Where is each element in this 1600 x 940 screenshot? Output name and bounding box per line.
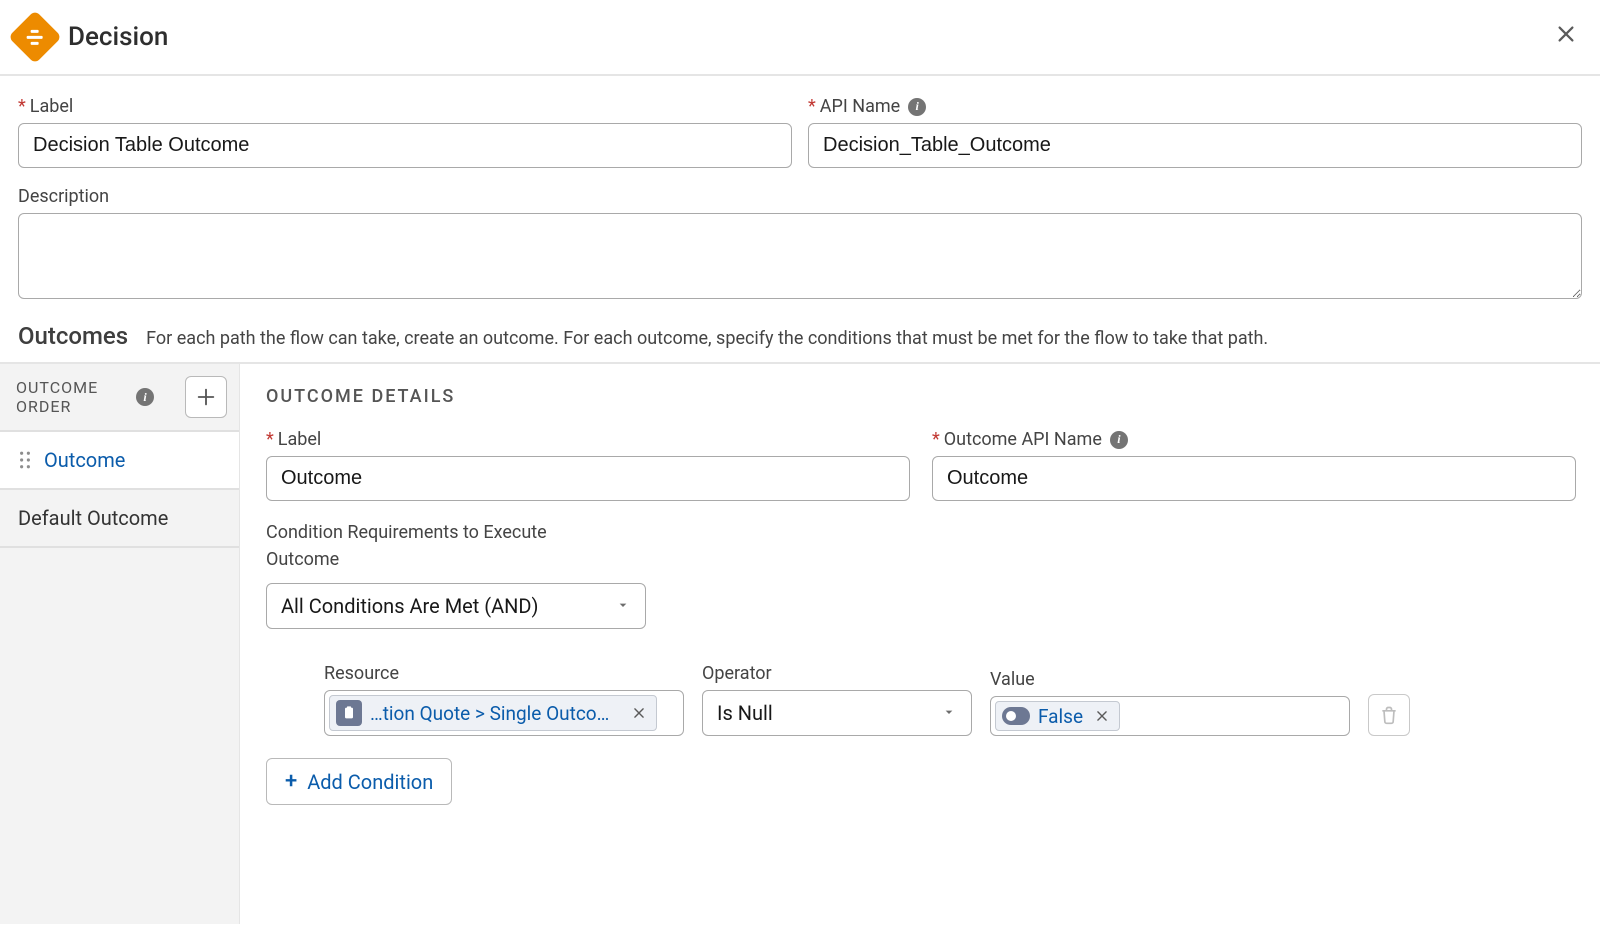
outcome-label-input[interactable] — [266, 456, 910, 501]
outcomes-help-text: For each path the flow can take, create … — [146, 328, 1268, 349]
dialog-title: Decision — [68, 22, 168, 52]
chevron-down-icon — [941, 701, 957, 725]
remove-value-icon[interactable] — [1091, 704, 1113, 728]
outcome-details-heading: OUTCOME DETAILS — [266, 386, 1576, 407]
decision-icon — [8, 10, 62, 64]
outcome-api-name-input[interactable] — [932, 456, 1576, 501]
dialog-header: Decision — [0, 0, 1600, 76]
remove-resource-icon[interactable] — [628, 701, 650, 725]
sidebar-item-label: Outcome — [44, 448, 125, 472]
sidebar-item-outcome[interactable]: Outcome — [0, 432, 239, 490]
add-condition-button[interactable]: + Add Condition — [266, 758, 452, 805]
add-outcome-button[interactable] — [185, 376, 227, 418]
condition-requirements-select[interactable]: All Conditions Are Met (AND) — [266, 583, 646, 629]
description-field-label: Description — [18, 186, 1582, 207]
value-input[interactable]: False — [990, 696, 1350, 736]
resource-token-text: …tion Quote > Single Outcome — [370, 702, 620, 725]
outcome-details-panel: OUTCOME DETAILS *Label *Outcome API Name… — [240, 364, 1600, 924]
info-icon[interactable]: i — [908, 98, 926, 116]
info-icon[interactable]: i — [136, 388, 154, 406]
close-button[interactable] — [1554, 22, 1578, 46]
api-name-input[interactable] — [808, 123, 1582, 168]
chevron-down-icon — [615, 594, 631, 618]
outcome-label-field-label: *Label — [266, 429, 910, 450]
value-column-label: Value — [990, 669, 1350, 690]
delete-condition-button[interactable] — [1368, 694, 1410, 736]
resource-token: …tion Quote > Single Outcome — [329, 695, 657, 731]
outcomes-panel: OUTCOME ORDER i Outcome Default Outcome — [0, 362, 1600, 924]
outcome-api-name-field-label: *Outcome API Name i — [932, 429, 1576, 450]
add-condition-label: Add Condition — [307, 770, 433, 794]
operator-column-label: Operator — [702, 663, 972, 684]
label-field-label: *Label — [18, 96, 792, 117]
toggle-icon — [1002, 707, 1030, 725]
description-input[interactable] — [18, 213, 1582, 299]
outcome-order-sidebar: OUTCOME ORDER i Outcome Default Outcome — [0, 364, 240, 924]
top-form: *Label *API Name i Description Outcomes … — [0, 76, 1600, 362]
select-value: Is Null — [717, 701, 773, 725]
clipboard-icon — [336, 700, 362, 726]
sidebar-item-default-outcome[interactable]: Default Outcome — [0, 490, 239, 548]
drag-handle-icon[interactable] — [18, 451, 32, 469]
api-name-field-label: *API Name i — [808, 96, 1582, 117]
label-input[interactable] — [18, 123, 792, 168]
outcomes-heading: Outcomes — [18, 322, 128, 350]
condition-requirements-label: Condition Requirements to Execute Outcom… — [266, 519, 596, 573]
sidebar-item-label: Default Outcome — [18, 506, 168, 530]
resource-column-label: Resource — [324, 663, 684, 684]
value-token-text: False — [1038, 705, 1083, 728]
sidebar-header-label: OUTCOME ORDER — [16, 378, 126, 416]
info-icon[interactable]: i — [1110, 431, 1128, 449]
select-value: All Conditions Are Met (AND) — [281, 594, 539, 618]
operator-select[interactable]: Is Null — [702, 690, 972, 736]
plus-icon: + — [285, 769, 297, 794]
resource-input[interactable]: …tion Quote > Single Outcome — [324, 690, 684, 736]
value-token: False — [995, 701, 1120, 731]
